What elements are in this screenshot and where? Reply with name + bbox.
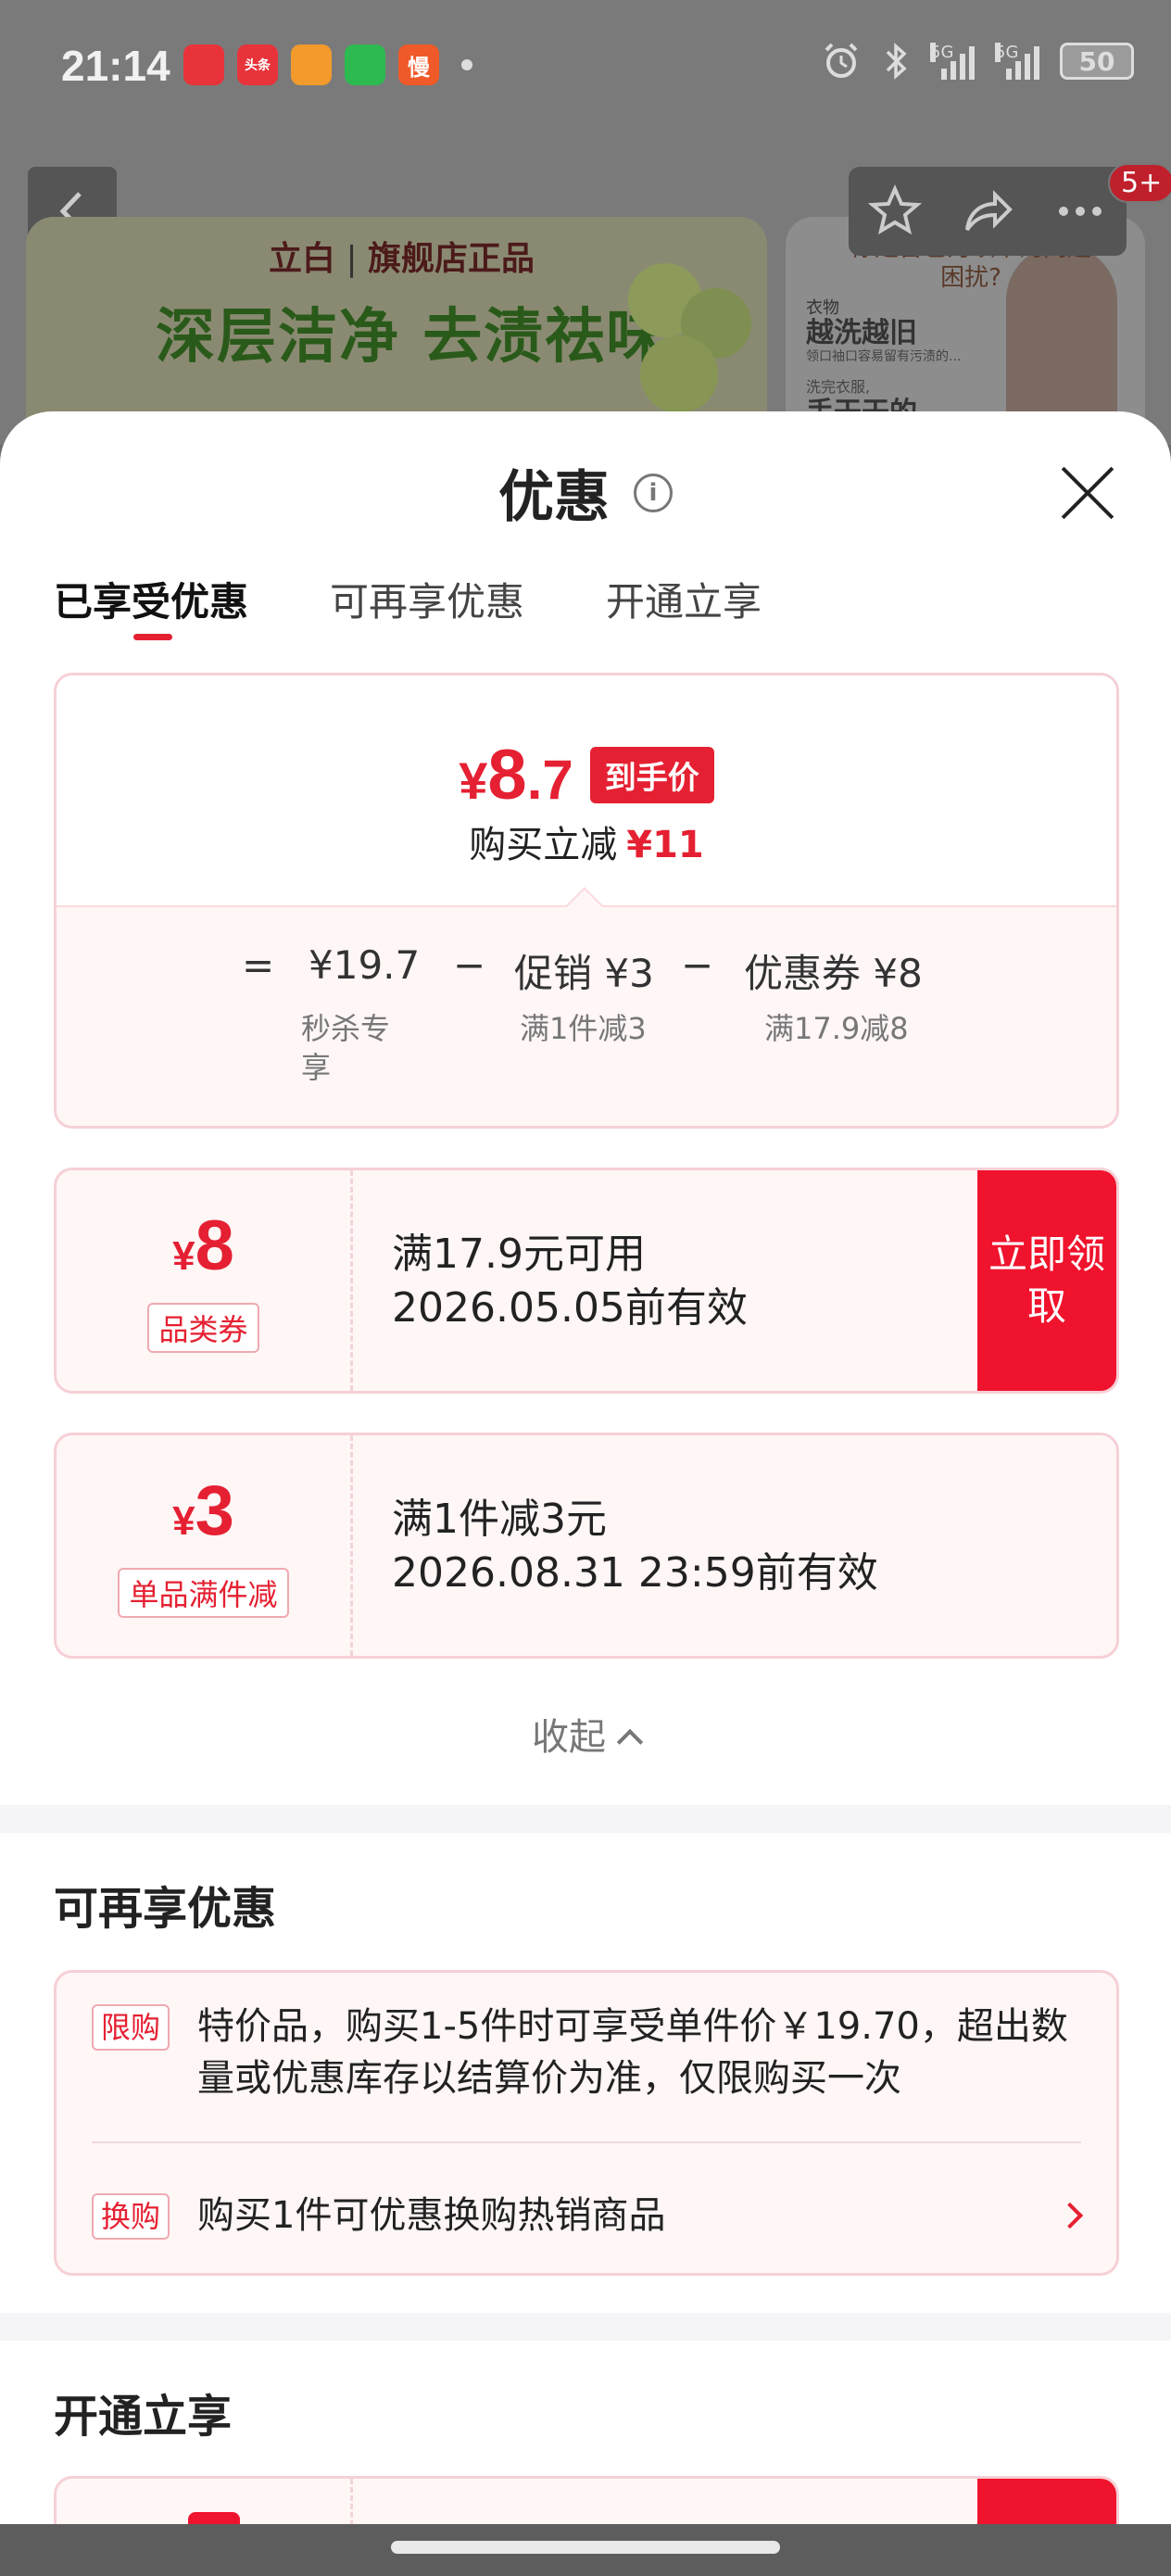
- open-now-title: 开通立享: [54, 2391, 233, 2443]
- tag-app-icon: [291, 44, 332, 85]
- home-indicator[interactable]: [391, 2541, 780, 2554]
- top-action-bar: [849, 167, 1127, 256]
- status-bar: 21:14 头条 慢 5G 5G 50: [0, 0, 1171, 139]
- navigation-bar: [0, 2524, 1171, 2576]
- product-page-background: 21:14 头条 慢 5G 5G 50 立白 | 旗舰店正品 深层洁净 去渍祛味…: [0, 0, 1171, 445]
- alarm-icon: [825, 43, 858, 78]
- message-count-badge: 5+: [1108, 163, 1171, 203]
- signal-strength-2-icon: 5G: [995, 43, 1039, 80]
- more-discounts-card: 限购 特价品，购买1-5件时可享受单件价￥19.70，超出数量或优惠库存以结算价…: [54, 1970, 1119, 2276]
- base-price-note: 秒杀专享: [301, 1011, 391, 1085]
- coupon-expiry: 2026.05.05前有效: [392, 1284, 748, 1332]
- more-icon[interactable]: [1052, 183, 1108, 239]
- final-price-tag: 到手价: [589, 747, 714, 803]
- perk-text: 购买1件可优惠换购热销商品: [197, 2194, 666, 2237]
- discount-tabs: 已享受优惠 可再享优惠 开通立享: [54, 571, 762, 640]
- equals-sign: =: [242, 942, 275, 988]
- manbang-app-icon: 慢: [398, 44, 439, 85]
- claim-coupon-button[interactable]: 立即领取: [977, 1170, 1116, 1391]
- price-summary-card: ¥8.7 到手价 购买立减 ¥11 = ¥19.7 − 促销 ¥3 − 优惠券 ¥…: [54, 673, 1119, 1129]
- notification-app-icons: 头条 慢: [183, 44, 472, 85]
- banner-brand-logo: 立白: [269, 240, 336, 278]
- final-price: ¥8.7: [459, 736, 573, 814]
- coupon-amount: ¥3: [172, 1471, 234, 1550]
- chat-app-icon: [345, 44, 385, 85]
- open-now-button[interactable]: [977, 2479, 1116, 2524]
- bluetooth-icon: [886, 43, 907, 80]
- open-now-card: [54, 2476, 1119, 2524]
- coupon-condition: 满1件减3元: [392, 1496, 607, 1543]
- coupon-type-badge: 品类券: [147, 1302, 259, 1353]
- coupon-card: ¥3 单品满件减 满1件减3元 2026.08.31 23:59前有效: [54, 1433, 1119, 1659]
- more-notifications-dot: [461, 59, 472, 70]
- info-icon[interactable]: i: [634, 473, 673, 512]
- discount-bottom-sheet: 优惠 i 已享受优惠 可再享优惠 开通立享 ¥8.7 到手价 购买立减 ¥11 =…: [0, 411, 1171, 2524]
- tab-open-now[interactable]: 开通立享: [606, 571, 762, 627]
- tab-more-discounts[interactable]: 可再享优惠: [330, 571, 524, 627]
- coupon-expiry: 2026.08.31 23:59前有效: [392, 1549, 878, 1597]
- minus-sign: −: [453, 942, 486, 988]
- toutiao-app-icon: 头条: [237, 44, 278, 85]
- base-price: ¥19.7: [308, 942, 421, 988]
- share-icon[interactable]: [960, 183, 1015, 239]
- coupon-amount: ¥8: [172, 1206, 234, 1285]
- pdd-app-icon: [183, 44, 224, 85]
- perk-tag: 换购: [92, 2193, 170, 2240]
- minus-sign: −: [681, 942, 714, 988]
- section-divider: [0, 1805, 1171, 1833]
- price-breakdown: = ¥19.7 − 促销 ¥3 − 优惠券 ¥8 秒杀专享 满1件减3 满17.…: [57, 905, 1116, 1126]
- promo-discount: 促销 ¥3: [514, 951, 654, 996]
- perk-text: 特价品，购买1-5件时可享受单件价￥19.70，超出数量或优惠库存以结算价为准，…: [197, 2005, 1068, 2100]
- collapse-button[interactable]: 收起: [0, 1707, 1171, 1761]
- perk-limited: 限购 特价品，购买1-5件时可享受单件价￥19.70，超出数量或优惠库存以结算价…: [92, 2001, 1081, 2104]
- total-reduction: 购买立减 ¥11: [469, 824, 704, 866]
- chevron-up-icon: [616, 1728, 644, 1756]
- close-icon[interactable]: [1058, 463, 1117, 523]
- sheet-title: 优惠: [498, 465, 610, 530]
- perk-tag: 限购: [92, 2004, 170, 2051]
- tab-enjoyed[interactable]: 已享受优惠: [54, 571, 248, 640]
- banner-slogan: 深层洁净 去渍祛味: [156, 303, 668, 372]
- section-divider: [0, 2313, 1171, 2341]
- status-indicators: 5G 5G 50: [821, 41, 1134, 82]
- perk-exchange[interactable]: 换购 购买1件可优惠换购热销商品: [92, 2190, 1081, 2241]
- signal-strength-1-icon: 5G: [930, 43, 975, 80]
- battery-icon: 50: [1060, 43, 1134, 80]
- promo-note: 满1件减3: [520, 1011, 647, 1046]
- more-discounts-title: 可再享优惠: [54, 1883, 277, 1935]
- coupon-card: ¥8 品类券 满17.9元可用 2026.05.05前有效 立即领取: [54, 1168, 1119, 1394]
- banner-brand-suffix: 旗舰店正品: [368, 240, 535, 278]
- star-favorite-icon[interactable]: [867, 183, 923, 239]
- coupon-condition: 满17.9元可用: [392, 1231, 646, 1278]
- coupon-discount: 优惠券 ¥8: [744, 951, 923, 996]
- coupon-type-badge: 单品满件减: [118, 1567, 289, 1618]
- coupon-note: 满17.9减8: [764, 1011, 909, 1046]
- coconut-image: [628, 263, 751, 413]
- status-time: 21:14: [61, 42, 170, 90]
